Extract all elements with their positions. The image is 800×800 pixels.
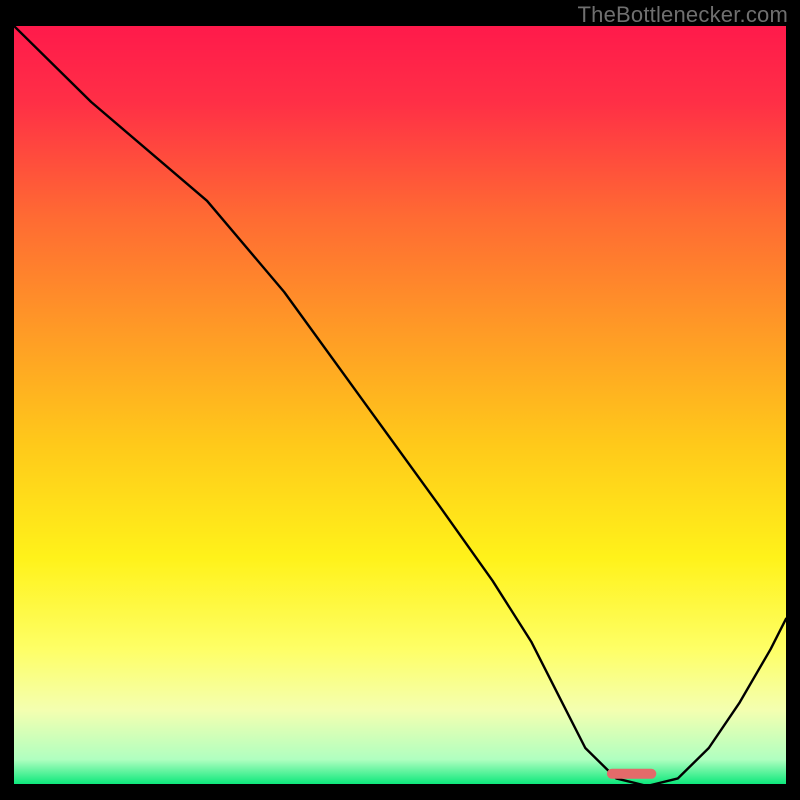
watermark-label: TheBottlenecker.com [578, 2, 788, 28]
chart-frame [14, 26, 786, 786]
chart-background-gradient [14, 26, 786, 786]
optimal-range-marker [607, 769, 656, 779]
bottleneck-chart [14, 26, 786, 786]
